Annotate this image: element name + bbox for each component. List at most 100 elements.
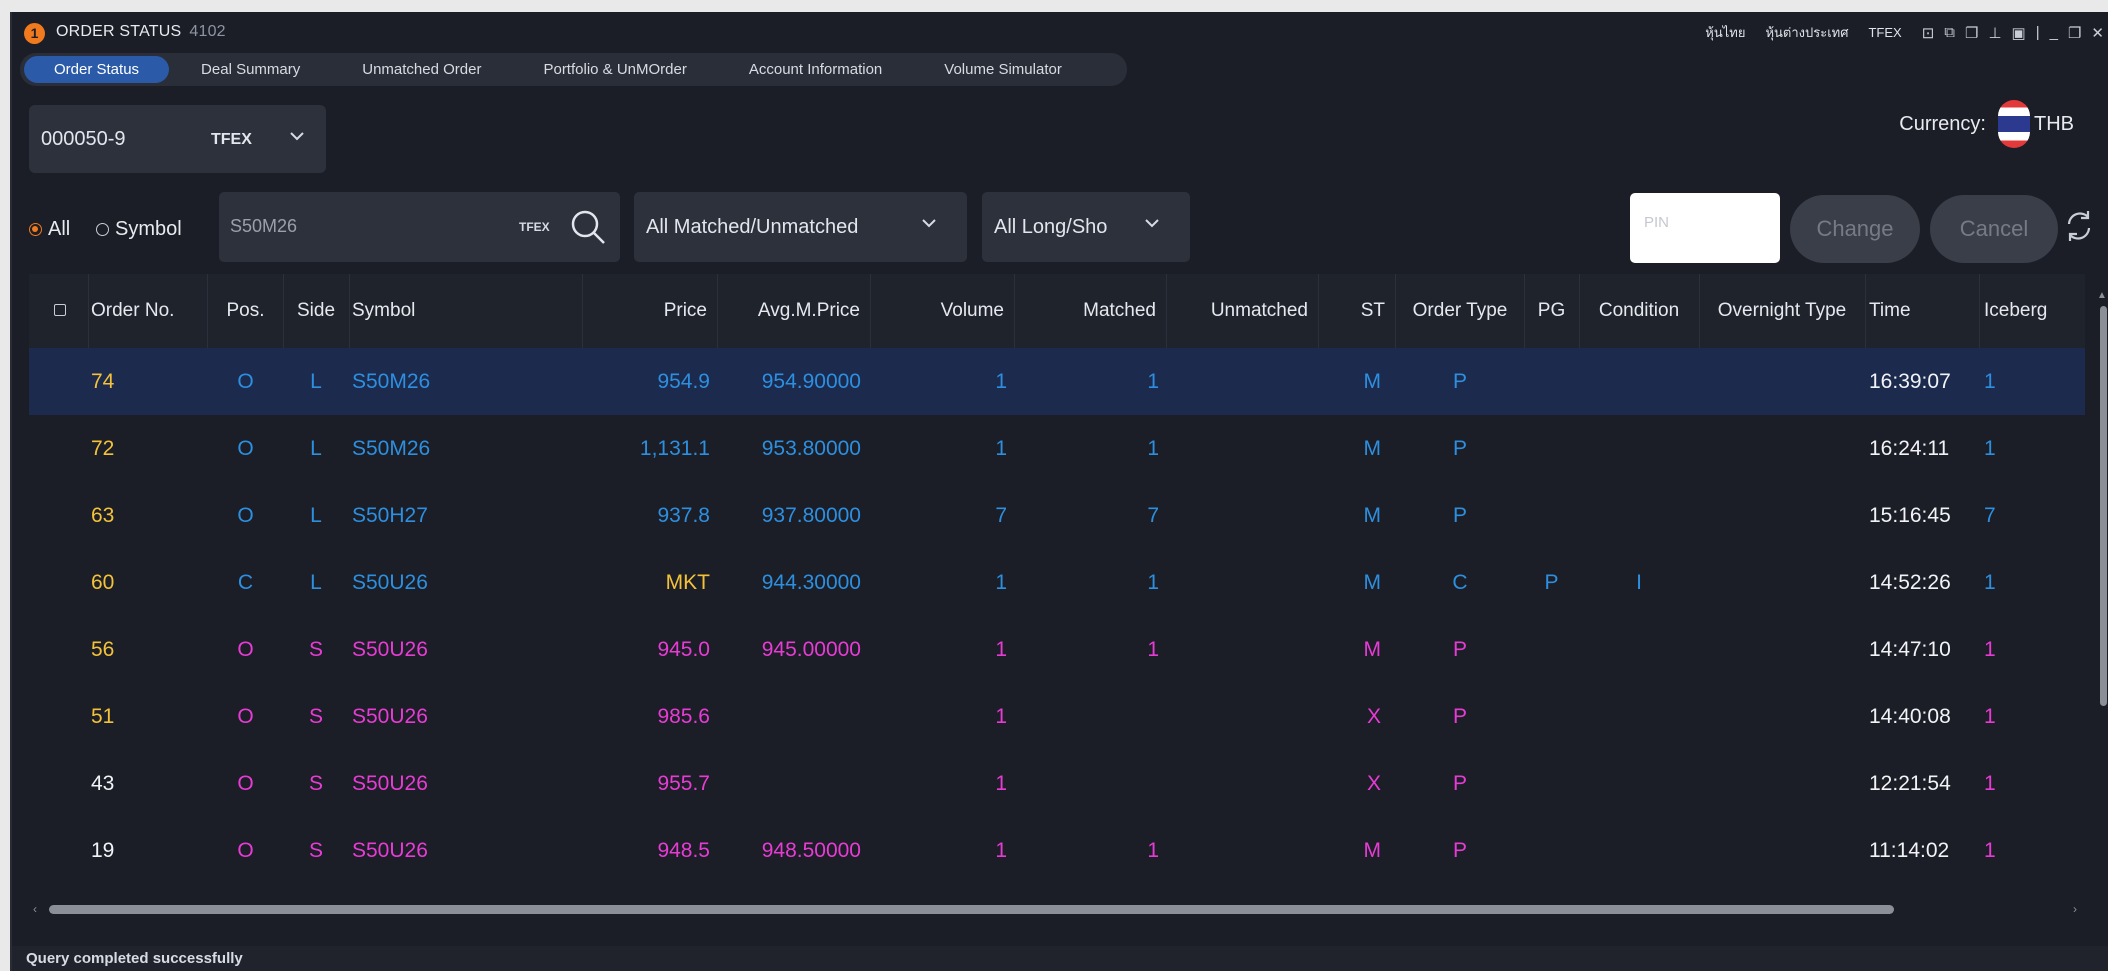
header-matched[interactable]: Matched	[1015, 274, 1167, 348]
table-row[interactable]: 60 C L S50U26 MKT 944.30000 1 1 M C P I 14:52:26 1	[29, 549, 2085, 616]
cell-st: M	[1363, 638, 1382, 661]
cell-st: M	[1363, 571, 1382, 594]
header-pg[interactable]: PG	[1524, 274, 1580, 348]
vertical-scrollbar[interactable]: ▲	[2097, 290, 2108, 910]
header-volume[interactable]: Volume	[871, 274, 1015, 348]
table-row[interactable]: 19 O S S50U26 948.5 948.50000 1 1 M P 11:14:02 1	[29, 817, 2085, 884]
side-filter-dropdown[interactable]: All Long/Sho	[982, 192, 1190, 262]
cell-symbol: S50M26	[352, 437, 431, 460]
header-price[interactable]: Price	[583, 274, 718, 348]
cell-time: 14:40:08	[1869, 705, 1951, 728]
header-symbol[interactable]: Symbol	[349, 274, 583, 348]
cell-volume: 1	[995, 437, 1007, 460]
match-filter-dropdown[interactable]: All Matched/Unmatched	[634, 192, 967, 262]
tab-portfolio-unmorder[interactable]: Portfolio & UnMOrder	[531, 56, 698, 83]
horizontal-scroll-thumb[interactable]	[49, 905, 1894, 914]
cell-order-type: P	[1452, 705, 1467, 728]
vertical-scroll-thumb[interactable]	[2100, 306, 2107, 706]
header-avg-price[interactable]: Avg.M.Price	[718, 274, 871, 348]
header-st[interactable]: ST	[1319, 274, 1396, 348]
header-pos[interactable]: Pos.	[208, 274, 284, 348]
cell-volume: 1	[995, 839, 1007, 862]
cell-price: 937.8	[657, 504, 710, 527]
cell-order-type: P	[1452, 772, 1467, 795]
chevron-down-icon	[288, 127, 306, 150]
change-button[interactable]: Change	[1790, 195, 1920, 263]
account-selector[interactable]: 000050-9 TFEX	[29, 105, 326, 173]
restore-icon[interactable]: ❐	[2068, 24, 2081, 42]
tab-account-information[interactable]: Account Information	[737, 56, 894, 83]
cancel-button[interactable]: Cancel	[1930, 195, 2058, 263]
symbol-search-box[interactable]: S50M26 TFEX	[219, 192, 620, 262]
header-time[interactable]: Time	[1865, 274, 1980, 348]
scroll-right-icon[interactable]: ›	[2073, 902, 2077, 916]
cell-pg	[1524, 415, 1579, 482]
cell-unmatched	[1167, 683, 1319, 750]
cell-matched: 1	[1147, 571, 1159, 594]
cell-order-type: P	[1452, 437, 1467, 460]
cell-condition: I	[1636, 571, 1642, 594]
cell-matched	[1015, 750, 1167, 817]
header-order-type[interactable]: Order Type	[1396, 274, 1525, 348]
cell-avg-price: 937.80000	[761, 504, 861, 527]
table-row[interactable]: 43 O S S50U26 955.7 1 X P 12:21:54 1	[29, 750, 2085, 817]
pin-input[interactable]: PIN	[1630, 193, 1780, 263]
cell-price: 1,131.1	[639, 437, 710, 460]
cell-time: 11:14:02	[1869, 839, 1950, 862]
table-row[interactable]: 63 O L S50H27 937.8 937.80000 7 7 M P 15:16:45 7	[29, 482, 2085, 549]
scroll-left-icon[interactable]: ‹	[33, 902, 37, 916]
currency-value: THB	[2034, 112, 2074, 135]
horizontal-scrollbar[interactable]: ‹ ›	[29, 900, 2085, 920]
tab-volume-simulator[interactable]: Volume Simulator	[932, 56, 1074, 83]
scroll-up-icon[interactable]: ▲	[2097, 290, 2107, 301]
external-link-icon[interactable]: ⧉	[1944, 24, 1955, 41]
tab-unmatched-order[interactable]: Unmatched Order	[350, 56, 493, 83]
match-filter-label: All Matched/Unmatched	[646, 216, 859, 238]
cell-avg-price	[718, 683, 871, 750]
status-bar: Query completed successfully	[12, 946, 2108, 971]
header-side[interactable]: Side	[283, 274, 350, 348]
table-row[interactable]: 51 O S S50U26 985.6 1 X P 14:40:08 1	[29, 683, 2085, 750]
cell-st: M	[1363, 437, 1382, 460]
table-row[interactable]: 56 O S S50U26 945.0 945.00000 1 1 M P 14:47:10 1	[29, 616, 2085, 683]
search-icon[interactable]	[569, 208, 607, 251]
header-order-no[interactable]: Order No.	[88, 274, 208, 348]
cell-pos: O	[237, 437, 254, 460]
cell-matched: 1	[1147, 638, 1159, 661]
minimize-icon[interactable]: _	[2050, 24, 2058, 41]
cell-time: 14:52:26	[1869, 571, 1951, 594]
side-filter-label: All Long/Sho	[994, 216, 1108, 238]
cell-matched: 1	[1147, 437, 1159, 460]
table-row[interactable]: 74 O L S50M26 954.9 954.90000 1 1 M P 16:39:07 1	[29, 348, 2085, 415]
close-icon[interactable]: ✕	[2091, 24, 2104, 42]
book-icon[interactable]: ▣	[2012, 24, 2026, 42]
cell-st: X	[1366, 705, 1381, 728]
pin-placeholder: PIN	[1644, 214, 1670, 231]
cell-st: M	[1363, 839, 1382, 862]
layout-icon[interactable]: ⊡	[1922, 24, 1935, 42]
pin-icon[interactable]: ⊥	[1988, 24, 2001, 42]
cell-price: 985.6	[657, 705, 710, 728]
link-thai-stock[interactable]: หุ้นไทย	[1705, 22, 1745, 43]
tab-order-status[interactable]: Order Status	[24, 56, 170, 83]
copy-icon[interactable]: ❐	[1965, 24, 1978, 42]
link-foreign-stock[interactable]: หุ้นต่างประเทศ	[1765, 22, 1848, 43]
radio-all[interactable]: All	[29, 218, 70, 241]
header-overnight-type[interactable]: Overnight Type	[1699, 274, 1866, 348]
cell-side: L	[310, 504, 322, 527]
radio-symbol[interactable]: Symbol	[96, 218, 182, 241]
cell-overnight-type	[1699, 348, 1865, 415]
cell-pos: C	[237, 571, 254, 594]
header-condition[interactable]: Condition	[1579, 274, 1700, 348]
tab-deal-summary[interactable]: Deal Summary	[189, 56, 312, 83]
symbol-input[interactable]: S50M26	[230, 216, 297, 237]
header-unmatched[interactable]: Unmatched	[1167, 274, 1319, 348]
cell-volume: 1	[995, 571, 1007, 594]
cell-order-no: 74	[91, 370, 115, 393]
refresh-icon[interactable]	[2064, 207, 2094, 253]
link-tfex[interactable]: TFEX	[1868, 25, 1901, 40]
cell-matched: 7	[1147, 504, 1159, 527]
header-iceberg[interactable]: Iceberg	[1980, 274, 2085, 348]
table-row[interactable]: 72 O L S50M26 1,131.1 953.80000 1 1 M P 16:24:11 1	[29, 415, 2085, 482]
currency-display: Currency: THB	[1899, 100, 2074, 148]
